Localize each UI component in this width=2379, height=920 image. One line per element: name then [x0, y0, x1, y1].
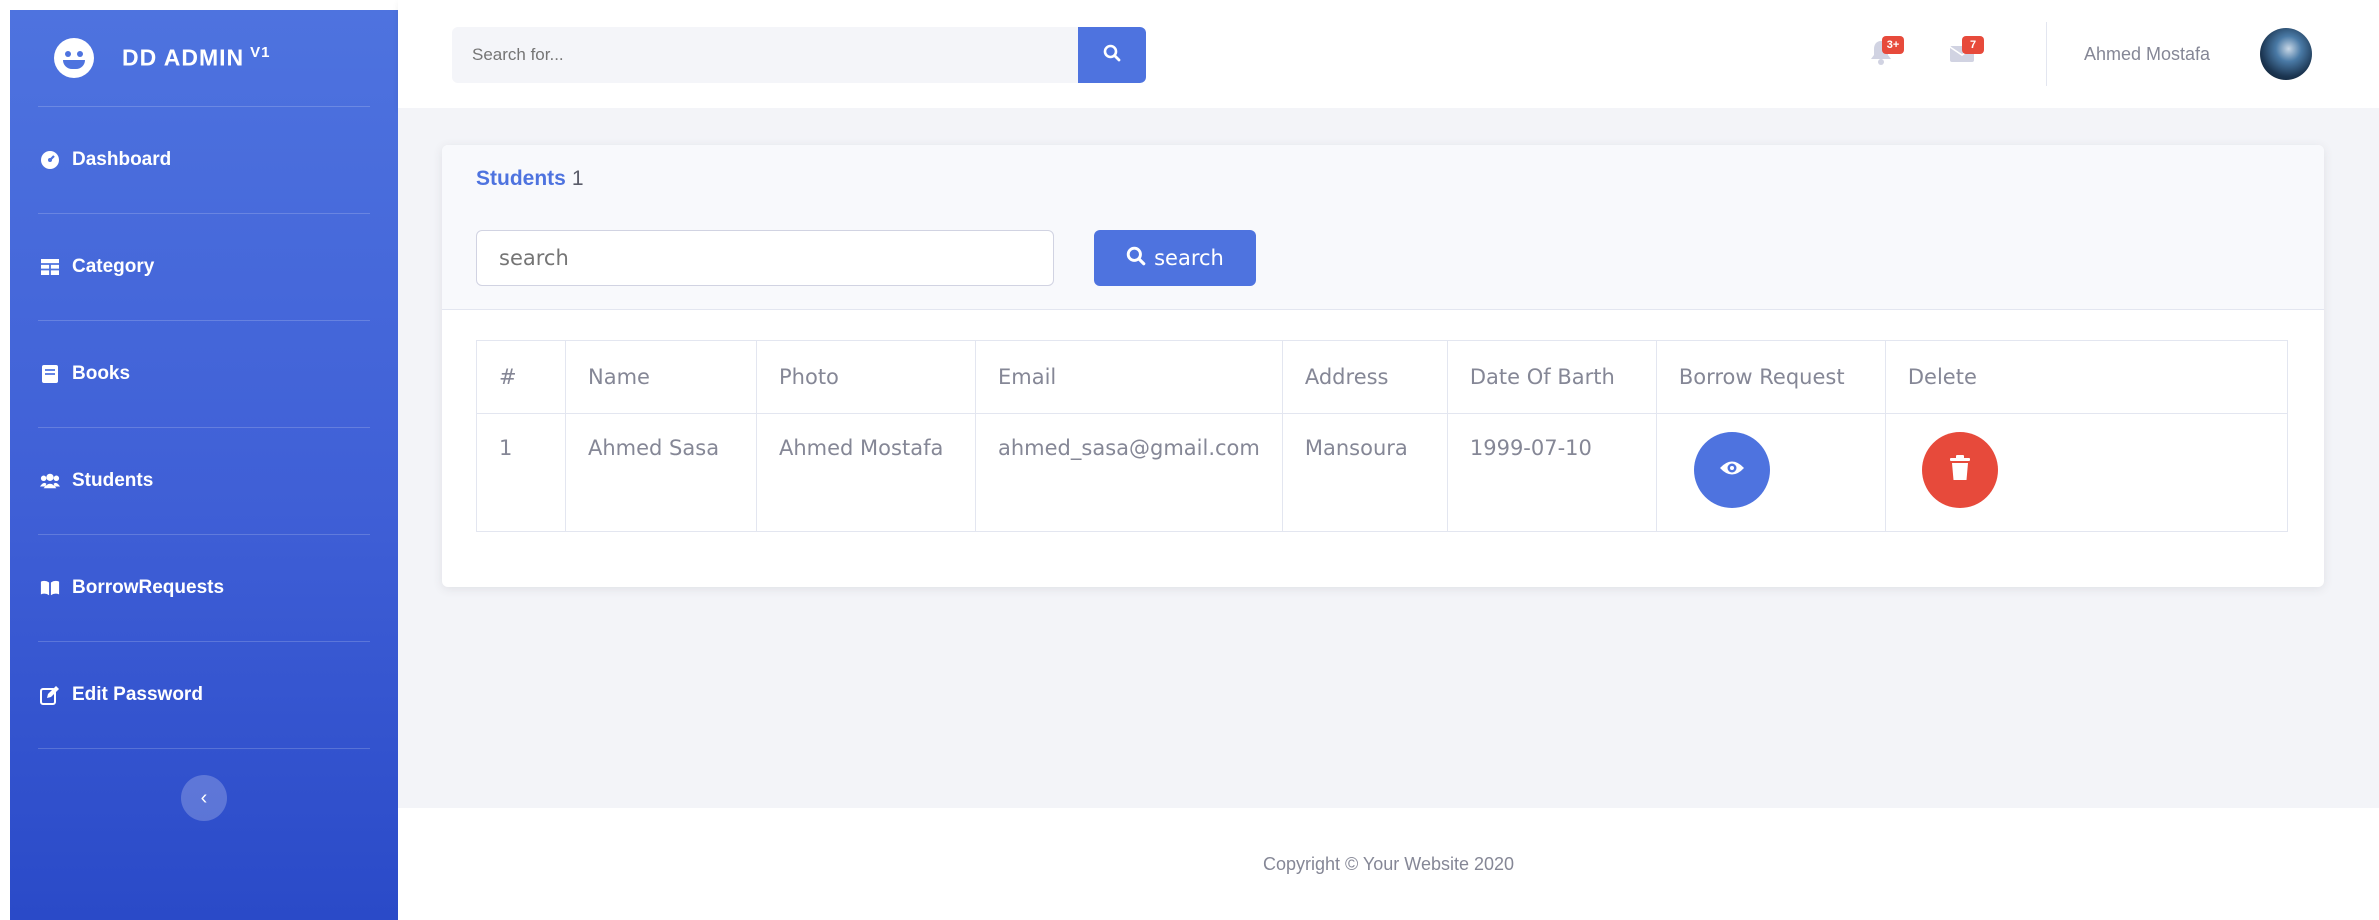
footer: Copyright © Your Website 2020	[398, 808, 2379, 920]
cell-photo: Ahmed Mostafa	[756, 413, 976, 532]
students-search-button[interactable]: search	[1094, 230, 1256, 286]
students-card: Students1 search # Name Photo Email Addr…	[442, 145, 2324, 587]
user-avatar[interactable]	[2260, 28, 2312, 80]
header-delete: Delete	[1884, 340, 2289, 414]
bell-icon	[1868, 41, 1894, 70]
students-search-input[interactable]	[476, 230, 1054, 286]
sidebar-item-books[interactable]: Books	[10, 321, 398, 427]
sidebar-item-edit-password[interactable]: Edit Password	[10, 642, 398, 748]
sidebar-item-label: Edit Password	[72, 684, 203, 705]
sidebar-item-category[interactable]: Category	[10, 214, 398, 320]
laugh-wink-icon	[54, 38, 94, 78]
students-table: # Name Photo Email Address Date Of Barth…	[476, 340, 2289, 532]
card-title: Students 1	[476, 167, 584, 191]
messages-badge: 7	[1962, 36, 1984, 54]
user-name[interactable]: Ahmed Mostafa	[2084, 44, 2210, 65]
search-button-label: search	[1154, 246, 1224, 270]
trash-icon	[1949, 454, 1971, 486]
messages-dropdown[interactable]: 7	[1948, 36, 1984, 70]
edit-icon	[40, 685, 60, 705]
topbar-search-input[interactable]	[452, 27, 1078, 83]
cell-name: Ahmed Sasa	[565, 413, 757, 532]
header-borrow-request: Borrow Request	[1655, 340, 1886, 414]
sidebar-item-dashboard[interactable]: Dashboard	[10, 107, 398, 213]
cell-dob: 1999-07-10	[1446, 413, 1657, 532]
alerts-badge: 3+	[1882, 36, 1904, 54]
topbar-search-button[interactable]	[1078, 27, 1146, 83]
header-num: #	[476, 340, 566, 414]
view-borrow-request-button[interactable]	[1693, 432, 1770, 508]
card-title-text: Students	[476, 167, 566, 190]
alerts-dropdown[interactable]: 3+	[1868, 36, 1904, 70]
sidebar-item-label: Category	[72, 256, 155, 277]
topbar-divider	[2046, 22, 2047, 86]
table-icon	[40, 257, 60, 277]
card-header: Students 1 search	[442, 145, 2324, 310]
cell-address: Mansoura	[1281, 413, 1448, 532]
header-dob: Date Of Barth	[1446, 340, 1657, 414]
tachometer-icon	[40, 150, 60, 170]
table-row: 1 Ahmed Sasa Ahmed Mostafa ahmed_sasa@gm…	[476, 413, 2289, 532]
eye-icon	[1719, 458, 1745, 483]
brand-version: V1	[250, 44, 271, 62]
search-icon	[1126, 246, 1146, 271]
delete-student-button[interactable]	[1921, 432, 1998, 508]
sidebar-item-label: BorrowRequests	[72, 577, 225, 598]
copyright-text: Copyright © Your Website 2020	[1262, 853, 1515, 874]
sidebar: DD ADMIN V1 Dashboard Category Books Stud…	[10, 10, 398, 920]
sidebar-item-students[interactable]: Students	[10, 428, 398, 534]
header-address: Address	[1281, 340, 1448, 414]
students-count: 1	[571, 167, 584, 190]
table-header-row: # Name Photo Email Address Date Of Barth…	[476, 340, 2289, 414]
brand-name: DD ADMIN	[122, 44, 245, 71]
book-icon	[40, 364, 60, 384]
header-email: Email	[975, 340, 1283, 414]
search-icon	[1103, 44, 1121, 67]
sidebar-toggle-button[interactable]: ‹	[181, 775, 227, 821]
topbar: 3+ 7 Ahmed Mostafa	[398, 0, 2379, 108]
book-open-icon	[40, 578, 60, 598]
cell-delete	[1884, 413, 2289, 532]
sidebar-item-label: Books	[72, 363, 131, 384]
brand[interactable]: DD ADMIN V1	[10, 10, 398, 106]
cell-borrow-request	[1655, 413, 1886, 532]
chevron-left-icon: ‹	[200, 786, 208, 809]
users-icon	[40, 471, 60, 491]
cell-email: ahmed_sasa@gmail.com	[975, 413, 1283, 532]
sidebar-item-label: Students	[72, 470, 154, 491]
envelope-icon	[1948, 46, 1976, 70]
sidebar-item-borrowrequests[interactable]: BorrowRequests	[10, 535, 398, 641]
cell-num: 1	[476, 413, 566, 532]
header-photo: Photo	[756, 340, 976, 414]
header-name: Name	[565, 340, 757, 414]
sidebar-item-label: Dashboard	[72, 149, 172, 170]
